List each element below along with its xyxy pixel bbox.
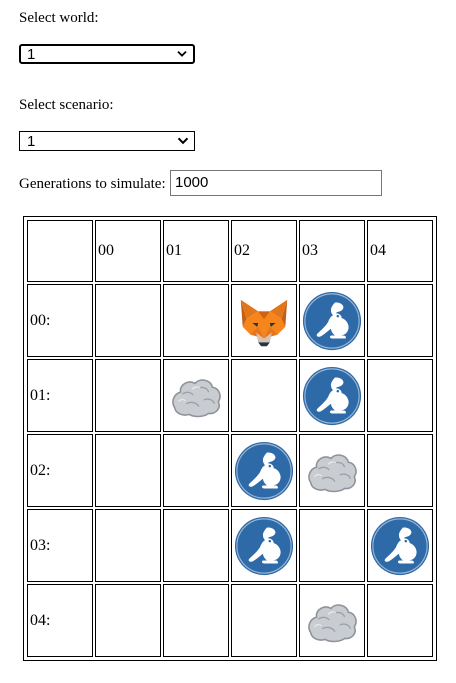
column-header: 03 [299,220,365,282]
rabbit-icon [234,516,294,575]
grid-cell [231,584,297,657]
grid-cell [367,584,433,657]
grid-cell [231,284,297,357]
grid-cell [367,359,433,432]
grid-cell [299,509,365,582]
grid-cell [163,509,229,582]
grid-corner-cell [27,220,93,282]
grid-cell [163,284,229,357]
rabbit-icon [234,441,294,500]
column-header: 04 [367,220,433,282]
grid-cell [299,284,365,357]
column-header: 00 [95,220,161,282]
scenario-select[interactable]: 1 [19,131,195,151]
row-header: 02: [27,434,93,507]
grid-cell [163,359,229,432]
grid-cell [95,509,161,582]
rock-icon [308,453,357,492]
grid-cell [299,434,365,507]
scenario-label: Select scenario: [19,97,114,113]
rock-icon [172,378,221,417]
rock-icon [308,603,357,642]
grid-row: 03: [27,509,433,582]
row-header: 00: [27,284,93,357]
grid-cell [367,434,433,507]
rabbit-icon [302,366,362,425]
grid-row: 00: [27,284,433,357]
rabbit-icon [302,291,362,350]
grid-row: 01: [27,359,433,432]
scenario-select-value: 1 [27,133,36,150]
grid-cell [299,584,365,657]
grid-header-row: 00 01 02 03 04 [27,220,433,282]
row-header: 04: [27,584,93,657]
grid-cell [95,434,161,507]
grid-cell [231,434,297,507]
grid-row: 02: [27,434,433,507]
chevron-down-icon [177,137,189,145]
grid-cell [163,584,229,657]
world-label: Select world: [19,10,99,26]
generations-label: Generations to simulate: [19,176,166,192]
grid-cell [163,434,229,507]
world-select-value: 1 [27,46,36,63]
grid-cell [95,359,161,432]
fox-icon [240,299,288,346]
column-header: 02 [231,220,297,282]
generations-input-value: 1000 [175,174,209,191]
grid-cell [95,584,161,657]
world-select[interactable]: 1 [19,44,195,64]
grid-cell [367,509,433,582]
row-header: 01: [27,359,93,432]
column-header: 01 [163,220,229,282]
grid-row: 04: [27,584,433,657]
row-header: 03: [27,509,93,582]
rabbit-icon [370,516,430,575]
grid-cell [367,284,433,357]
generations-input[interactable]: 1000 [170,170,382,196]
grid-cell [299,359,365,432]
chevron-down-icon [177,50,187,57]
grid-cell [231,509,297,582]
grid-cell [231,359,297,432]
grid-cell [95,284,161,357]
world-grid: 00 01 02 03 04 00: 01: 02: 03: 04: [23,216,437,661]
